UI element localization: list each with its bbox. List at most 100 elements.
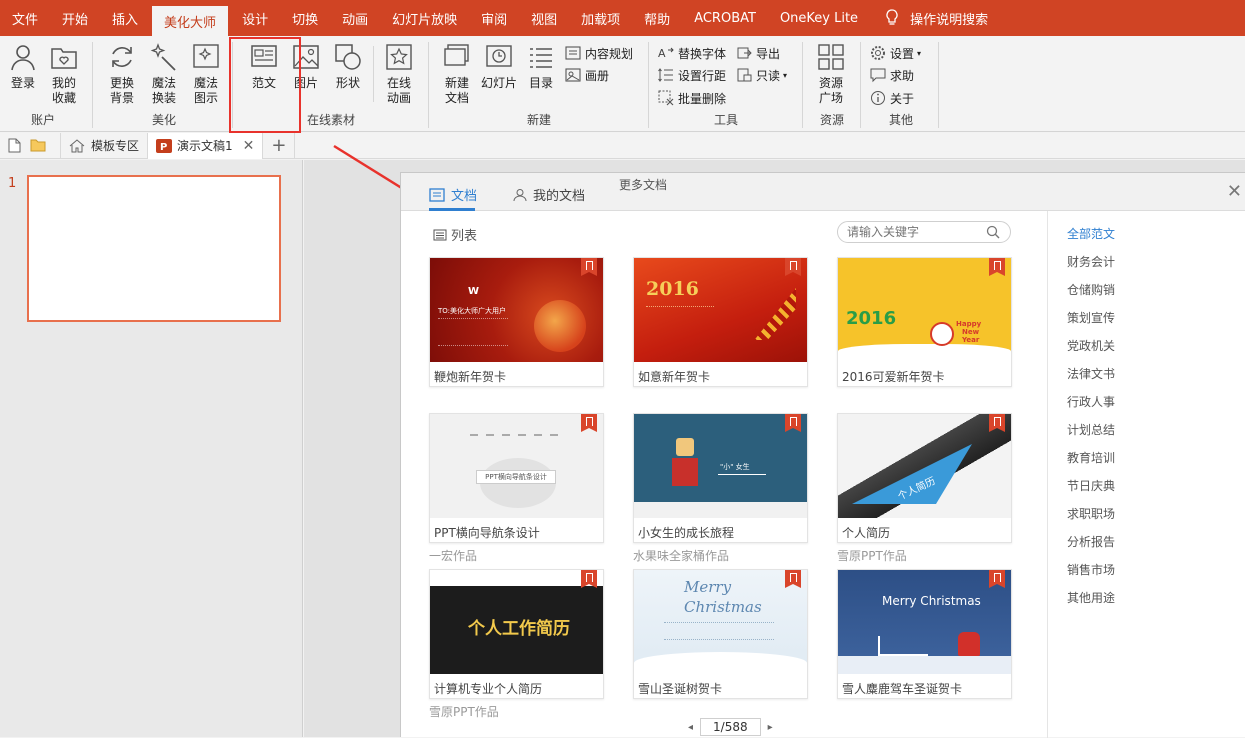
help-request-button[interactable]: 求助 (870, 65, 914, 85)
card-thumb-text: Merry Christmas (882, 594, 981, 608)
group-tools: A 替换字体 导出 设置行距 只读 ▾ 批量删除 工具 (652, 36, 800, 132)
slide-thumbnail[interactable] (27, 175, 281, 322)
category-item[interactable]: 其他用途 (1067, 589, 1115, 606)
change-background-button[interactable]: 更换 背景 (101, 42, 143, 106)
template-card[interactable]: 2016 如意新年贺卡 (633, 257, 808, 387)
about-button[interactable]: 关于 (870, 88, 914, 108)
group-account-label: 账户 (30, 113, 55, 127)
close-icon[interactable]: ✕ (1227, 181, 1242, 202)
tab-slideshow[interactable]: 幻灯片放映 (380, 0, 469, 36)
magic-diagram-button[interactable]: 魔法 图示 (185, 42, 227, 106)
tab-review[interactable]: 审阅 (469, 0, 519, 36)
card-thumb-text: 2016 (846, 308, 897, 329)
category-item[interactable]: 计划总结 (1067, 421, 1115, 438)
template-card[interactable]: 个人工作简历 计算机专业个人简历 (429, 569, 604, 699)
category-item[interactable]: 财务会计 (1067, 253, 1115, 270)
group-resource-label: 资源 (819, 113, 844, 127)
document-icon (429, 187, 445, 202)
template-card[interactable]: 2016 Happy New Year 2016可爱新年贺卡 (837, 257, 1012, 387)
category-item[interactable]: 销售市场 (1067, 561, 1115, 578)
prev-page-icon[interactable]: ◂ (688, 722, 693, 733)
magic-dressup-button[interactable]: 魔法 换装 (143, 42, 185, 106)
animation-star-icon (386, 44, 412, 70)
group-beautify-label: 美化 (151, 113, 176, 127)
content-plan-icon (565, 46, 581, 60)
content-plan-button[interactable]: 内容规划 (565, 43, 633, 63)
replace-font-button[interactable]: A 替换字体 (658, 43, 726, 63)
newdoc-label-2: 文档 (444, 91, 469, 105)
category-item[interactable]: 法律文书 (1067, 365, 1115, 382)
card-thumbnail: Merry Christmas (634, 570, 807, 674)
category-list: 全部范文 财务会计 仓储购销 策划宣传 党政机关 法律文书 行政人事 计划总结 … (1047, 211, 1245, 738)
template-card[interactable]: PPT横向导航条设计 PPT横向导航条设计 (429, 413, 604, 543)
category-item[interactable]: 节日庆典 (1067, 477, 1115, 494)
category-item[interactable]: 仓储购销 (1067, 281, 1115, 298)
info-icon (871, 91, 885, 105)
category-item[interactable]: 行政人事 (1067, 393, 1115, 410)
template-card[interactable]: Merry Christmas 雪人麋鹿驾车圣诞贺卡 (837, 569, 1012, 699)
search-input[interactable] (847, 224, 987, 240)
tab-beautify-master[interactable]: 美化大师 (152, 6, 229, 36)
tab-presentation-1[interactable]: P 演示文稿1 ✕ (148, 132, 264, 159)
tab-addins[interactable]: 加载项 (569, 0, 632, 36)
template-card[interactable]: "小" 女生 小女生的成长旅程 (633, 413, 808, 543)
page-indicator[interactable]: 1/588 (700, 718, 761, 736)
new-file-icon[interactable] (4, 136, 24, 156)
settings-button[interactable]: 设置 ▾ (870, 43, 921, 63)
tab-insert[interactable]: 插入 (100, 0, 150, 36)
tab-design[interactable]: 设计 (230, 0, 280, 36)
slide-thumbnail-pane: 1 (0, 160, 303, 737)
tab-my-documents[interactable]: 我的文档 (513, 185, 585, 204)
login-button[interactable]: 登录 (2, 42, 44, 91)
line-spacing-button[interactable]: 设置行距 (658, 65, 726, 85)
text-lines-decoration (438, 318, 508, 346)
album-button[interactable]: 画册 (565, 65, 609, 85)
more-documents-link[interactable]: 更多文档 (619, 176, 667, 193)
category-item[interactable]: 分析报告 (1067, 533, 1115, 550)
batch-delete-button[interactable]: 批量删除 (658, 88, 726, 108)
snow-decoration (838, 656, 1011, 674)
toc-button[interactable]: 目录 (520, 42, 562, 91)
shape-button[interactable]: 形状 (327, 42, 369, 91)
my-favorites-button[interactable]: 我的 收藏 (43, 42, 85, 106)
template-card[interactable]: 个人简历 个人简历 (837, 413, 1012, 543)
slide-button[interactable]: 幻灯片 (478, 42, 520, 91)
search-icon[interactable] (986, 225, 1000, 239)
tab-onekey-lite[interactable]: OneKey Lite (768, 0, 870, 36)
tab-documents[interactable]: 文档 (429, 185, 477, 204)
next-page-icon[interactable]: ▸ (768, 722, 773, 733)
online-animation-button[interactable]: 在线 动画 (378, 42, 420, 106)
resource-plaza-button[interactable]: 资源 广场 (810, 42, 852, 106)
template-card[interactable]: Merry Christmas 雪山圣诞树贺卡 (633, 569, 808, 699)
logo-icon: W (468, 286, 480, 297)
tab-animations[interactable]: 动画 (330, 0, 380, 36)
new-document-button[interactable]: 新建 文档 (436, 42, 478, 106)
list-view-button[interactable]: 列表 (433, 225, 477, 244)
category-item[interactable]: 求职职场 (1067, 505, 1115, 522)
category-item[interactable]: 教育培训 (1067, 449, 1115, 466)
export-button[interactable]: 导出 (736, 43, 780, 63)
tab-transitions[interactable]: 切换 (280, 0, 330, 36)
text-lines-decoration (664, 622, 774, 640)
category-item[interactable]: 全部范文 (1067, 225, 1115, 242)
close-icon[interactable]: ✕ (243, 138, 255, 154)
batch-delete-label: 批量删除 (678, 91, 727, 106)
add-tab-button[interactable]: + (263, 132, 296, 159)
nav-bar-decoration (470, 434, 560, 436)
open-folder-icon[interactable] (28, 136, 48, 156)
help-search[interactable]: 操作说明搜索 (884, 9, 988, 28)
template-card[interactable]: W TO:美化大师广大用户 鞭炮新年贺卡 (429, 257, 604, 387)
category-item[interactable]: 策划宣传 (1067, 309, 1115, 326)
magic-wand-icon (150, 43, 176, 71)
export-icon (737, 47, 752, 59)
category-item[interactable]: 党政机关 (1067, 337, 1115, 354)
tab-help[interactable]: 帮助 (632, 0, 682, 36)
readonly-label: 只读 (756, 68, 781, 83)
tab-view[interactable]: 视图 (519, 0, 569, 36)
tab-home[interactable]: 开始 (50, 0, 100, 36)
tab-acrobat[interactable]: ACROBAT (682, 0, 768, 36)
tab-template-zone[interactable]: 模板专区 (60, 132, 149, 159)
tab-file[interactable]: 文件 (0, 0, 50, 36)
readonly-button[interactable]: 只读 ▾ (736, 65, 787, 85)
anim-label-1: 在线 (386, 76, 411, 90)
